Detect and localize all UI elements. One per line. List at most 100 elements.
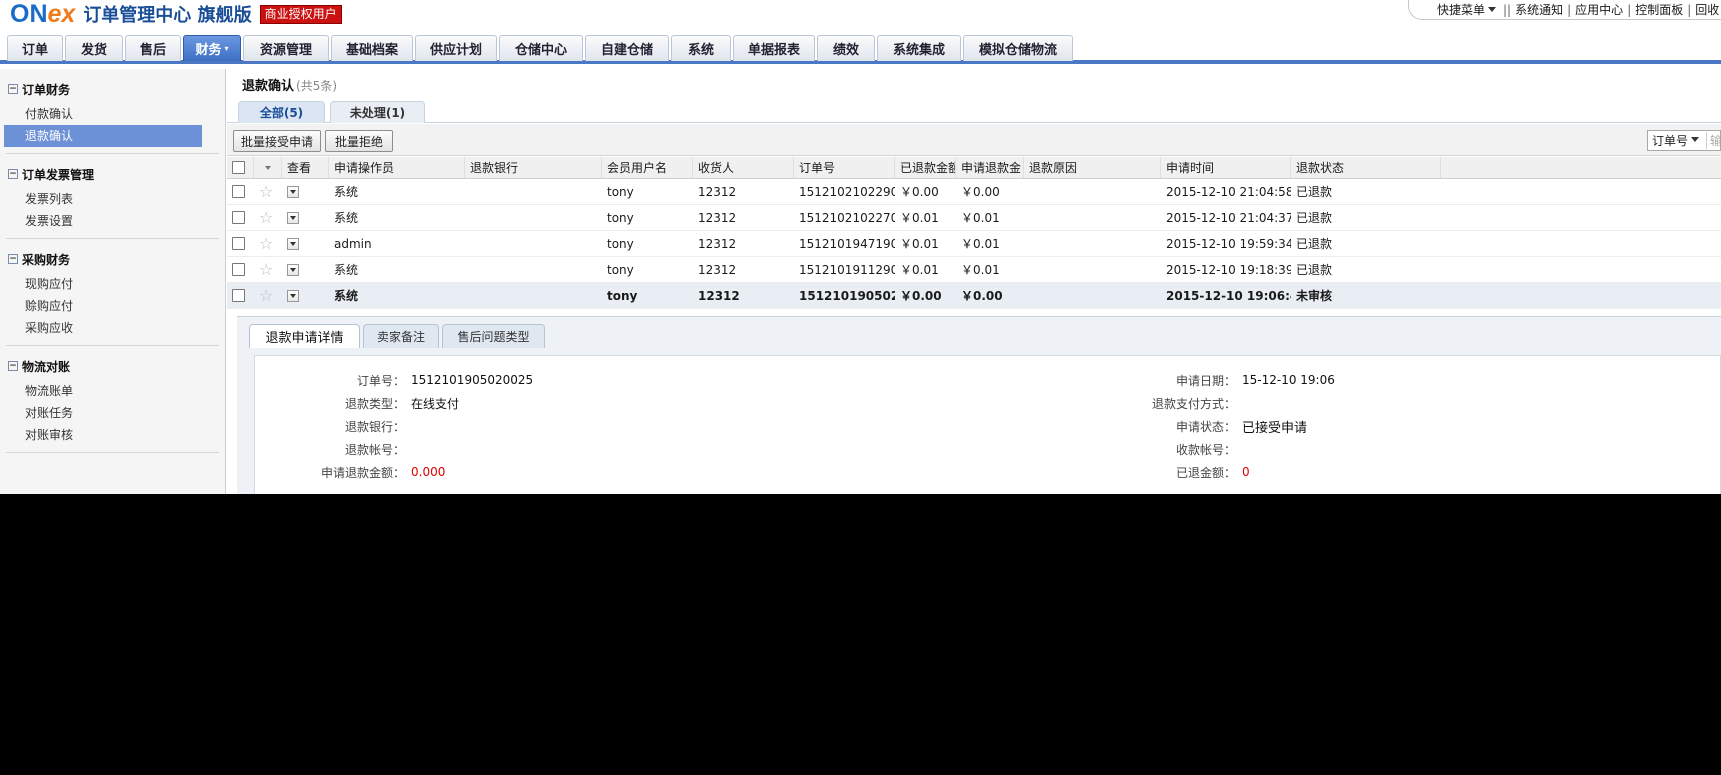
row-star-cell: ☆ — [254, 205, 282, 230]
column-header[interactable]: 退款银行 — [465, 157, 602, 178]
nav-tab-label: 单据报表 — [747, 43, 800, 58]
detail-tab[interactable]: 售后问题类型 — [442, 324, 545, 348]
column-header[interactable]: 申请操作员 — [329, 157, 465, 178]
nav-tab-2[interactable]: 售后 — [125, 35, 181, 61]
column-header[interactable]: 退款原因 — [1024, 157, 1161, 178]
cell-reason — [1024, 179, 1161, 204]
row-checkbox[interactable] — [232, 237, 245, 250]
nav-tab-4[interactable]: 资源管理 — [243, 35, 329, 61]
quick-menu-link[interactable]: 快捷菜单 — [1437, 1, 1499, 18]
nav-tab-6[interactable]: 供应计划 — [415, 35, 497, 61]
column-header[interactable]: 已退款金额 — [895, 157, 956, 178]
row-checkbox[interactable] — [232, 263, 245, 276]
sidebar-group-title[interactable]: − 订单发票管理 — [0, 166, 225, 182]
nav-tab-label: 资源管理 — [259, 43, 312, 58]
cell-requested: ￥0.01 — [961, 263, 1000, 277]
chevron-down-icon — [290, 241, 296, 246]
collapse-icon[interactable]: − — [8, 84, 18, 94]
detail-tab[interactable]: 卖家备注 — [363, 324, 439, 348]
column-header[interactable]: 退款状态 — [1291, 157, 1441, 178]
collapse-icon[interactable]: − — [8, 361, 18, 371]
nav-tab-13[interactable]: 模拟仓储物流 — [963, 35, 1073, 61]
app-center-link[interactable]: 应用中心 — [1575, 1, 1623, 18]
nav-tab-12[interactable]: 系统集成 — [877, 35, 961, 61]
star-sort-cell[interactable] — [254, 157, 282, 178]
nav-tab-11[interactable]: 绩效 — [817, 35, 875, 61]
sidebar-item[interactable]: 赊购应付 — [4, 295, 202, 317]
field-label: 申请日期： — [1175, 373, 1236, 388]
cell-receiver: 12312 — [698, 262, 737, 277]
sidebar-item[interactable]: 发票列表 — [4, 188, 202, 210]
nav-tab-5[interactable]: 基础档案 — [331, 35, 413, 61]
license-badge: 商业授权用户 — [259, 4, 342, 24]
star-icon[interactable]: ☆ — [259, 261, 273, 278]
nav-tab-0[interactable]: 订单 — [7, 35, 63, 61]
search-box[interactable]: 订单号 输入 — [1647, 130, 1721, 151]
table-row[interactable]: ☆ 系统 tony 12312 151210191129002 ￥0.01 ￥0.01 201… — [227, 257, 1721, 283]
column-header[interactable]: 会员用户名 — [602, 157, 693, 178]
nav-tab-10[interactable]: 单据报表 — [733, 35, 815, 61]
cell-time: 2015-12-10 21:04:58 — [1166, 184, 1291, 199]
logo-mark: ONex — [10, 0, 75, 28]
field-value: 0.000 — [411, 465, 446, 479]
nav-tab-9[interactable]: 系统 — [671, 35, 731, 61]
system-notice-link[interactable]: 系统通知 — [1515, 1, 1563, 18]
view-dropdown-icon[interactable] — [287, 185, 299, 198]
detail-field: 已退金额： 0 — [1075, 462, 1250, 482]
cell-order-no: 151210210229002 — [799, 184, 895, 199]
sidebar-item[interactable]: 付款确认 — [4, 103, 202, 125]
cell-bank — [465, 231, 602, 256]
search-field-select[interactable]: 订单号 — [1652, 132, 1688, 149]
separator: | — [1567, 2, 1572, 17]
nav-tab-label: 自建仓储 — [600, 43, 653, 58]
column-header[interactable]: 申请时间 — [1161, 157, 1291, 178]
detail-tab[interactable]: 退款申请详情 — [249, 324, 360, 348]
sidebar-item[interactable]: 退款确认 — [4, 125, 202, 147]
star-icon[interactable]: ☆ — [259, 235, 273, 252]
row-checkbox[interactable] — [232, 289, 245, 302]
view-dropdown-icon[interactable] — [287, 211, 299, 224]
row-checkbox[interactable] — [232, 185, 245, 198]
recycle-link[interactable]: 回收 — [1695, 1, 1719, 18]
sidebar-item[interactable]: 现购应付 — [4, 273, 202, 295]
collapse-icon[interactable]: − — [8, 254, 18, 264]
table-row[interactable]: ☆ 系统 tony 12312 151210210227002 ￥0.01 ￥0.01 201… — [227, 205, 1721, 231]
filter-tab[interactable]: 未处理(1) — [330, 101, 425, 123]
filter-tab[interactable]: 全部(5) — [238, 101, 325, 123]
search-input[interactable]: 输入 — [1706, 132, 1720, 149]
nav-tab-1[interactable]: 发货 — [65, 35, 123, 61]
nav-tab-3[interactable]: 财务 ▾ — [183, 35, 241, 61]
star-icon[interactable]: ☆ — [259, 183, 273, 200]
sidebar-item[interactable]: 对账任务 — [4, 402, 202, 424]
sidebar-item[interactable]: 物流账单 — [4, 380, 202, 402]
column-header[interactable]: 查看 — [282, 157, 329, 178]
sidebar-item[interactable]: 对账审核 — [4, 424, 202, 446]
select-all-checkbox[interactable] — [232, 161, 245, 174]
sidebar-item[interactable]: 采购应收 — [4, 317, 202, 339]
row-checkbox[interactable] — [232, 211, 245, 224]
sidebar-item[interactable]: 发票设置 — [4, 210, 202, 232]
view-dropdown-icon[interactable] — [287, 237, 299, 250]
table-row[interactable]: ☆ 系统 tony 12312 151210210229002 ￥0.00 ￥0.00 201… — [227, 179, 1721, 205]
column-header[interactable]: 收货人 — [693, 157, 794, 178]
table-row[interactable]: ☆ 系统 tony 12312 151210190502002 ￥0.00 ￥0.00 201… — [227, 283, 1721, 309]
batch-accept-button[interactable]: 批量接受申请 — [233, 130, 321, 152]
column-header[interactable]: 申请退款金 — [956, 157, 1024, 178]
view-dropdown-icon[interactable] — [287, 289, 299, 302]
column-header[interactable]: 订单号 — [794, 157, 895, 178]
view-dropdown-icon[interactable] — [287, 263, 299, 276]
batch-reject-button[interactable]: 批量拒绝 — [325, 130, 393, 152]
nav-tab-8[interactable]: 自建仓储 — [585, 35, 669, 61]
cell-order-no: 151210210227002 — [799, 210, 895, 225]
app-title: 订单管理中心 旗舰版 — [83, 5, 252, 26]
table-row[interactable]: ☆ admin tony 12312 151210194719002 ￥0.01 ￥0.01… — [227, 231, 1721, 257]
chevron-down-icon — [290, 215, 296, 220]
star-icon[interactable]: ☆ — [259, 209, 273, 226]
star-icon[interactable]: ☆ — [259, 287, 273, 304]
collapse-icon[interactable]: − — [8, 169, 18, 179]
sidebar-group-title[interactable]: − 订单财务 — [0, 81, 225, 97]
sidebar-group-title[interactable]: − 采购财务 — [0, 251, 225, 267]
sidebar-group-title[interactable]: − 物流对账 — [0, 358, 225, 374]
nav-tab-7[interactable]: 仓储中心 — [499, 35, 583, 61]
control-panel-link[interactable]: 控制面板 — [1635, 1, 1683, 18]
